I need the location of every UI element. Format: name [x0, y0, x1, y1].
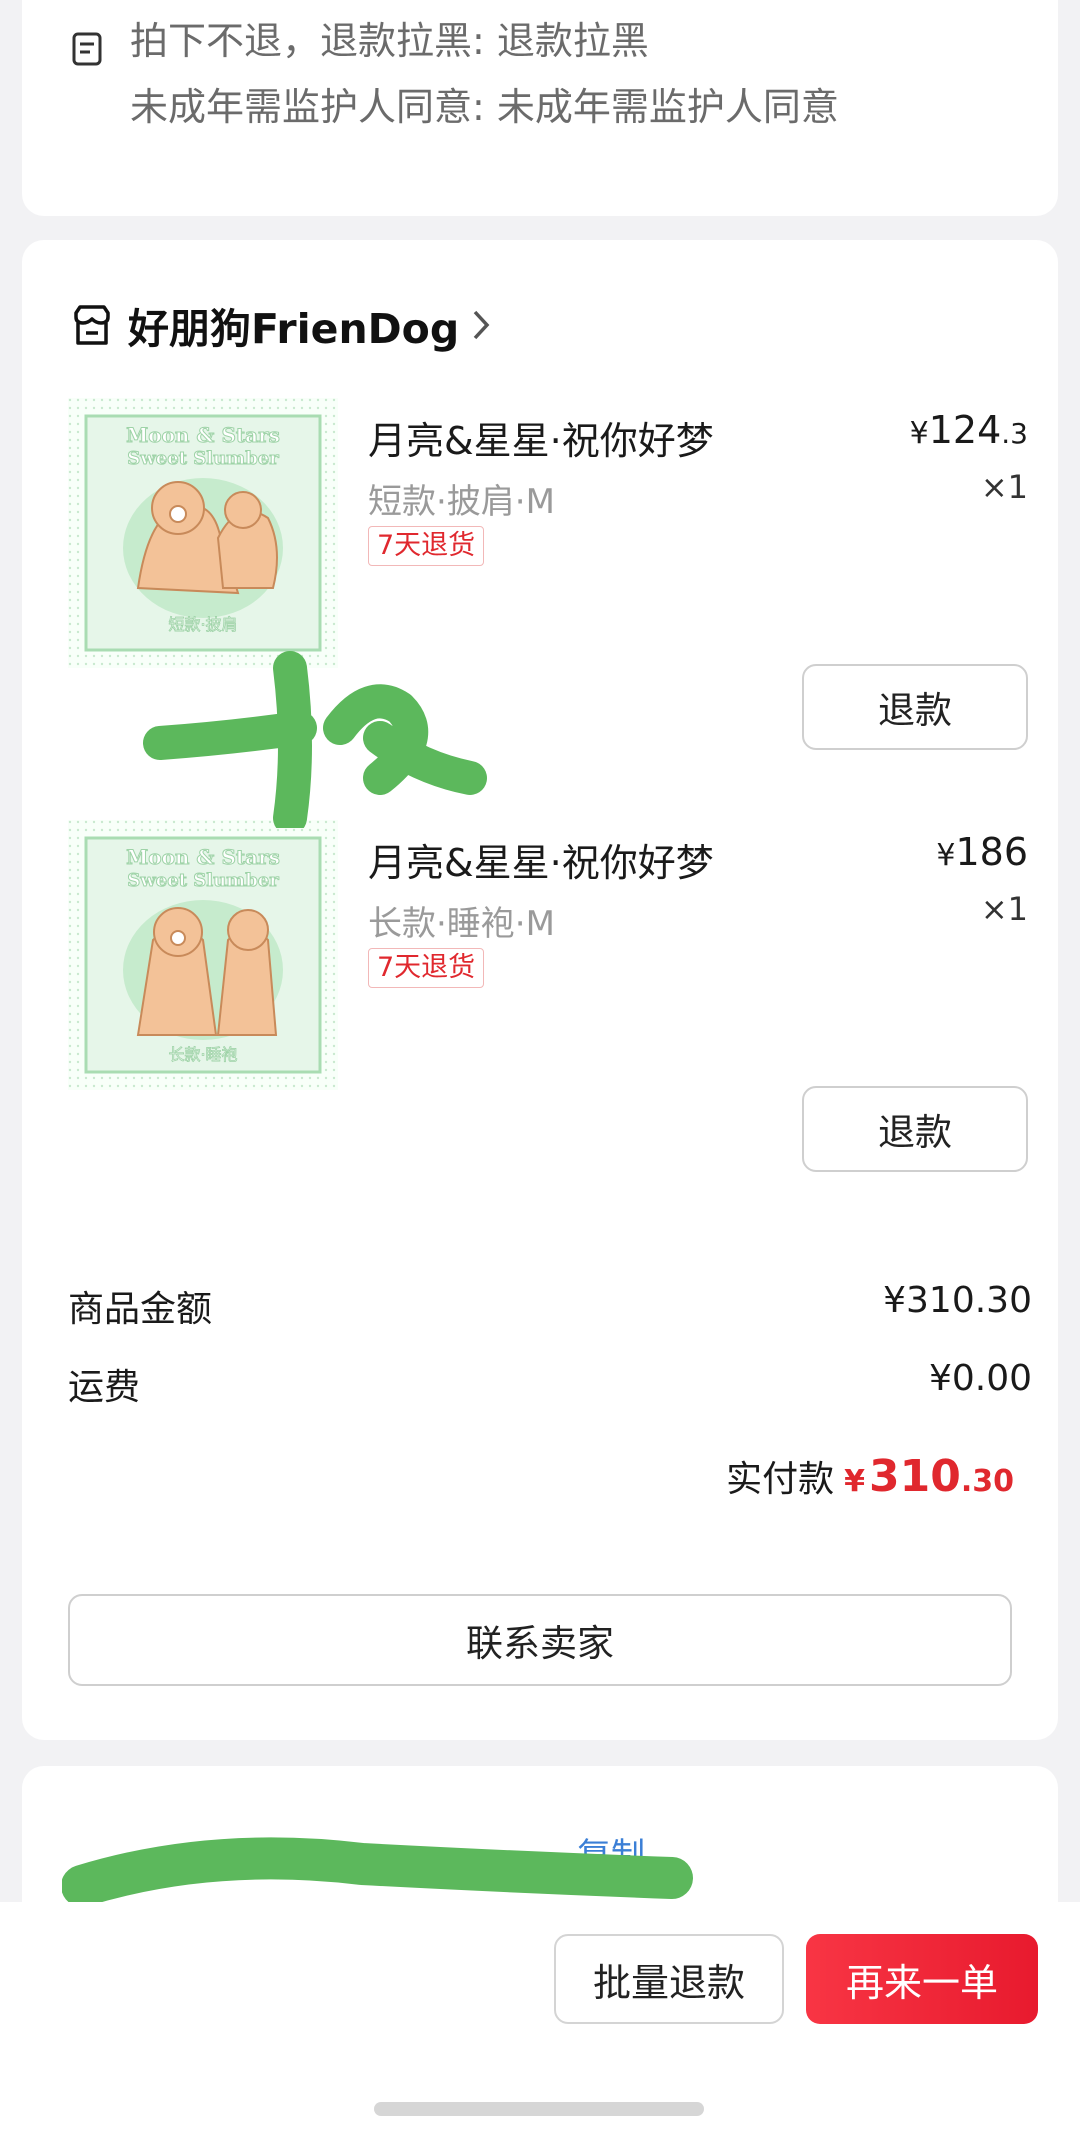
order-item: Moon & Stars Sweet Slumber 长款·睡袍 月亮&星星·祝… — [68, 820, 1028, 1240]
contact-seller-button[interactable]: 联系卖家 — [68, 1594, 1012, 1686]
refund-button[interactable]: 退款 — [802, 1086, 1028, 1172]
item-price: ¥124.3 — [909, 408, 1028, 452]
thumb-caption: 长款·睡袍 — [168, 1045, 237, 1064]
item-quantity: ×1 — [980, 890, 1028, 928]
goods-amount-row: 商品金额 ¥310.30 — [68, 1280, 1032, 1332]
thumb-title: Moon & Stars — [126, 423, 280, 447]
shipping-row: 运费 ¥0.00 — [68, 1358, 1032, 1410]
goods-amount-value: ¥310.30 — [883, 1280, 1032, 1321]
shop-header-link[interactable]: 好朋狗FrienDog — [70, 300, 493, 353]
thumb-subtitle: Sweet Slumber — [127, 448, 279, 469]
shipping-label: 运费 — [68, 1367, 141, 1408]
goods-amount-label: 商品金额 — [68, 1289, 213, 1330]
product-thumbnail[interactable]: Moon & Stars Sweet Slumber 长款·睡袍 — [68, 820, 338, 1090]
return-badge: 7天退货 — [368, 948, 485, 988]
thumb-subtitle: Sweet Slumber — [127, 870, 279, 891]
paid-label: 实付款 — [726, 1459, 835, 1500]
item-title[interactable]: 月亮&星星·祝你好梦 — [368, 832, 714, 887]
batch-refund-button[interactable]: 批量退款 — [554, 1934, 784, 2024]
scribble-overlay — [143, 651, 487, 828]
paid-amount: 实付款 ¥310.30 — [726, 1451, 1014, 1502]
item-spec: 长款·睡袍·M — [368, 904, 555, 944]
chevron-right-icon — [473, 310, 490, 340]
refund-button[interactable]: 退款 — [802, 664, 1028, 750]
note-minor-consent: 未成年需监护人同意: 未成年需监护人同意 — [130, 85, 839, 129]
home-indicator[interactable] — [374, 2102, 704, 2116]
return-badge: 7天退货 — [368, 526, 485, 566]
note-icon — [72, 32, 102, 66]
bottom-action-bar: 批量退款 再来一单 — [0, 1902, 1080, 2130]
item-price: ¥186 — [936, 830, 1028, 874]
shipping-value: ¥0.00 — [928, 1358, 1032, 1399]
thumb-title: Moon & Stars — [126, 845, 280, 869]
item-spec: 短款·披肩·M — [368, 482, 555, 522]
store-icon — [74, 305, 110, 345]
reorder-button[interactable]: 再来一单 — [806, 1934, 1038, 2024]
order-notes-card: 拍下不退，退款拉黑: 退款拉黑 未成年需监护人同意: 未成年需监护人同意 — [22, 0, 1058, 216]
shop-order-card: 好朋狗FrienDog Moon & Stars Sweet Slumber 短… — [22, 240, 1058, 1740]
scribble-overlay — [62, 1837, 693, 1907]
note-refund-policy: 拍下不退，退款拉黑: 退款拉黑 — [130, 19, 649, 63]
item-title[interactable]: 月亮&星星·祝你好梦 — [368, 410, 714, 465]
shop-name: 好朋狗FrienDog — [128, 305, 460, 353]
item-quantity: ×1 — [980, 468, 1028, 506]
